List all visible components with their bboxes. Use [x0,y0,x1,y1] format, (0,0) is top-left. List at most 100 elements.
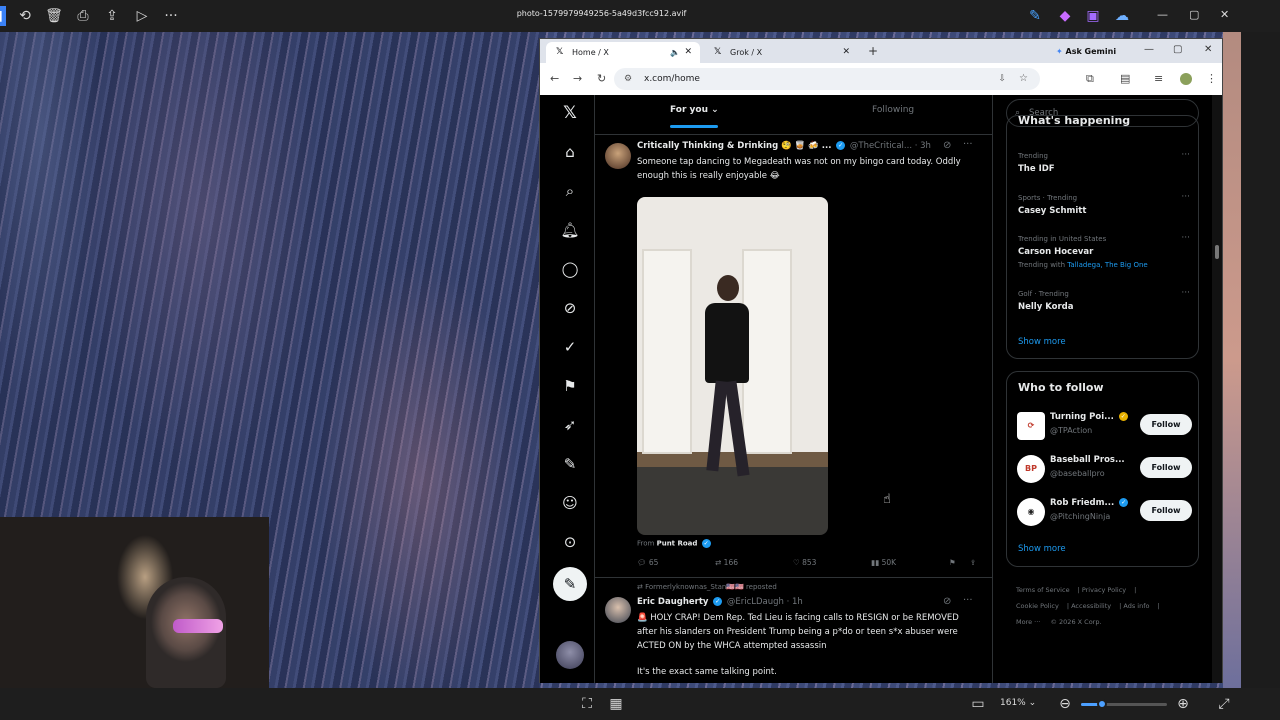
account-name[interactable]: Rob Friedm... ✓ [1050,498,1130,508]
views-button[interactable]: ▮▮ 50K [871,558,896,567]
x-home-logo-icon[interactable]: 𝕏 [560,103,580,123]
zoom-in-icon[interactable]: ⊕ [1173,694,1193,714]
show-more-trends-link[interactable]: Show more [1018,337,1066,347]
actual-size-icon[interactable]: ▭ [968,694,988,714]
rocket-icon[interactable]: ➶ [560,415,580,435]
tab-for-you[interactable]: For you ⌄ [670,105,719,115]
side-panel-icon[interactable]: ▤ [1120,72,1130,85]
forward-icon[interactable]: → [573,72,582,85]
fullscreen-icon[interactable]: ⤢ [1214,694,1234,714]
trend-more-icon[interactable]: ··· [1181,288,1190,298]
browser-menu-icon[interactable]: ⋮ [1206,72,1217,85]
account-avatar[interactable] [556,641,584,669]
tab-following[interactable]: Following [872,105,914,115]
home-icon[interactable]: ⌂ [560,142,580,162]
tab-close-icon[interactable]: ✕ [684,42,692,63]
tweet-time[interactable]: · 1h [787,597,803,607]
zoom-slider[interactable] [1081,699,1167,709]
grok-explain-icon[interactable]: ⊘ [943,140,951,151]
fit-icon[interactable]: ⛶ [577,694,597,714]
onedrive-icon[interactable]: ☁ [1112,6,1132,26]
follow-button[interactable]: Follow [1140,414,1192,435]
follow-suggestion[interactable]: ◉ Rob Friedm... ✓ @PitchingNinja Follow [1017,496,1192,528]
account-avatar[interactable]: ◉ [1017,498,1045,526]
new-tab-button[interactable]: + [868,44,878,58]
media-icon[interactable]: ≡ [1154,72,1163,85]
tweet-more-icon[interactable]: ··· [963,595,973,606]
account-handle[interactable]: @baseballpro [1050,469,1105,478]
tab-grok-x[interactable]: 𝕏 Grok / X ✕ [704,42,858,63]
trend-item[interactable]: Trending in United States Carson Hocevar… [1018,233,1190,269]
tweet-time[interactable]: · 3h [915,141,931,151]
author-handle[interactable]: @TheCritical... [850,141,912,151]
trend-more-icon[interactable]: ··· [1181,192,1190,202]
grok-icon[interactable]: ⊘ [560,298,580,318]
account-avatar[interactable]: BP [1017,455,1045,483]
trend-more-icon[interactable]: ··· [1181,150,1190,160]
tweet[interactable]: ⇄ Formerlyknownas_Stan🇺🇸🇺🇸 reposted Eric… [595,581,992,683]
author-name[interactable]: Eric Daugherty [637,597,708,607]
author-avatar[interactable] [605,143,631,169]
trending-with-links[interactable]: Talladega, The Big One [1067,261,1147,269]
account-name[interactable]: Baseball Pros... [1050,455,1125,465]
reply-button[interactable]: 💬︎ 65 [637,558,658,567]
share-tweet-icon[interactable]: ⇪ [970,558,976,567]
account-handle[interactable]: @TPAction [1050,426,1092,435]
messages-icon[interactable]: ◯ [560,259,580,279]
trend-item[interactable]: Golf · Trending Nelly Korda ··· [1018,288,1190,312]
browser-minimize-icon[interactable]: — [1144,44,1154,55]
repost-button[interactable]: ⇄ 166 [715,558,738,567]
bookmark-icon[interactable]: ⚑ [949,558,956,567]
explore-icon[interactable]: ⌕ [560,181,580,201]
site-info-icon[interactable]: ⚙ [624,68,632,90]
bookmarks-icon[interactable]: ⚑ [560,376,580,396]
back-icon[interactable]: ← [550,72,559,85]
profile-icon[interactable]: ☺ [560,493,580,513]
reload-icon[interactable]: ↻ [597,72,606,85]
show-more-follow-link[interactable]: Show more [1018,544,1066,554]
profile-avatar[interactable] [1180,73,1192,85]
trend-item[interactable]: Trending The IDF ··· [1018,150,1190,174]
follow-suggestion[interactable]: ⟳ Turning Poi... ✓ @TPAction Follow [1017,410,1192,442]
tweet-more-icon[interactable]: ··· [963,139,973,150]
tweet-video[interactable] [637,197,828,535]
articles-icon[interactable]: ✎ [560,454,580,474]
verified-icon[interactable]: ✓ [560,337,580,357]
url-field[interactable]: ⚙ x.com/home ⇩ ☆ [614,68,1040,90]
zoom-level[interactable]: 161% ⌄ [1000,698,1036,708]
compose-post-button[interactable]: ✎ [553,567,587,601]
minimize-icon[interactable]: — [1157,8,1168,21]
follow-button[interactable]: Follow [1140,500,1192,521]
author-avatar[interactable] [605,597,631,623]
filmstrip-icon[interactable]: ▦ [606,694,626,714]
notifications-icon[interactable]: 🔔︎ [560,220,580,240]
edit-icon[interactable]: ✎ [1025,6,1045,26]
more-link[interactable]: More ··· [1016,618,1040,626]
extensions-icon[interactable]: ⧉ [1086,72,1094,86]
ads-info-link[interactable]: Ads info [1123,602,1149,610]
bookmark-star-icon[interactable]: ☆ [1019,68,1028,90]
clipchamp-icon[interactable]: ▣ [1083,6,1103,26]
account-avatar[interactable]: ⟳ [1017,412,1045,440]
author-name[interactable]: Critically Thinking & Drinking 🧐 🥃 🍻 ... [637,141,831,151]
designer-icon[interactable]: ◆ [1055,6,1075,26]
cookie-link[interactable]: Cookie Policy [1016,602,1059,610]
install-icon[interactable]: ⇩ [998,68,1006,90]
privacy-link[interactable]: Privacy Policy [1082,586,1126,594]
terms-link[interactable]: Terms of Service [1016,586,1070,594]
follow-suggestion[interactable]: BP Baseball Pros... @baseballpro Follow [1017,453,1192,485]
zoom-slider-knob[interactable] [1096,699,1107,709]
accessibility-link[interactable]: Accessibility [1071,602,1111,610]
speaker-icon[interactable]: 🔈 [670,42,680,63]
account-handle[interactable]: @PitchingNinja [1050,512,1110,521]
follow-button[interactable]: Follow [1140,457,1192,478]
like-button[interactable]: ♡ 853 [793,558,816,567]
page-scrollbar[interactable] [1212,95,1222,683]
scroll-thumb[interactable] [1215,245,1219,259]
tweet[interactable]: Critically Thinking & Drinking 🧐 🥃 🍻 ...… [595,137,992,577]
tab-home-x[interactable]: 𝕏 Home / X 🔈 ✕ [546,42,700,63]
reposted-by[interactable]: Formerlyknownas_Stan🇺🇸🇺🇸 reposted [645,583,777,591]
source-name[interactable]: Punt Road [657,540,698,548]
account-name[interactable]: Turning Poi... ✓ [1050,412,1130,422]
ask-gemini-button[interactable]: ✦ Ask Gemini [1050,44,1122,59]
